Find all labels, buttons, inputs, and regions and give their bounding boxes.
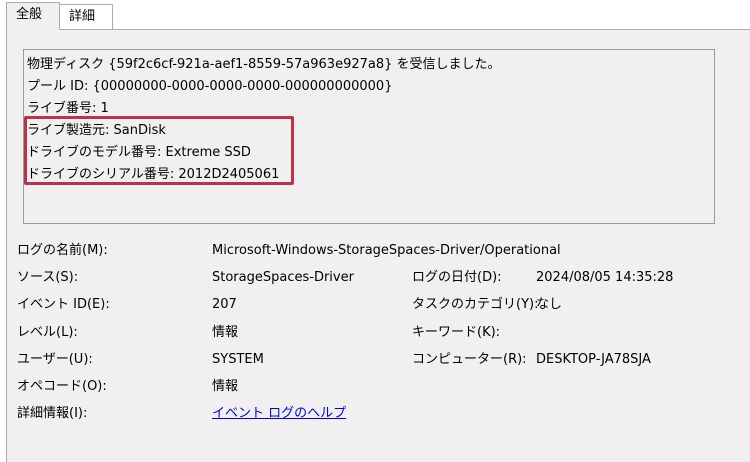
- keywords-label: キーワード(K):: [412, 325, 501, 340]
- description-line: プール ID: {00000000-0000-0000-0000-0000000…: [27, 79, 393, 94]
- tab-general[interactable]: 全般: [6, 2, 60, 30]
- event-id-value: 207: [212, 297, 237, 312]
- general-panel: 物理ディスク {59f2c6cf-921a-aef1-8559-57a963e9…: [6, 29, 750, 462]
- task-category-label: タスクのカテゴリ(Y):: [412, 297, 539, 312]
- user-value: SYSTEM: [212, 352, 264, 367]
- log-name-label: ログの名前(M):: [17, 243, 108, 258]
- logged-value: 2024/08/05 14:35:28: [536, 270, 674, 285]
- task-category-value: なし: [536, 297, 563, 312]
- event-id-label: イベント ID(E):: [17, 297, 110, 312]
- level-label: レベル(L):: [17, 325, 78, 340]
- tab-strip: 全般 詳細: [0, 0, 750, 30]
- computer-value: DESKTOP-JA78SJA: [536, 352, 651, 367]
- event-log-help-link[interactable]: イベント ログのヘルプ: [212, 403, 346, 425]
- more-info-label: 詳細情報(I):: [17, 406, 88, 421]
- highlight-box: [24, 116, 294, 185]
- tab-details[interactable]: 詳細: [59, 4, 113, 29]
- opcode-value: 情報: [212, 379, 239, 394]
- user-label: ユーザー(U):: [17, 352, 93, 367]
- computer-label: コンピューター(R):: [412, 352, 527, 367]
- log-name-value: Microsoft-Windows-StorageSpaces-Driver/O…: [212, 243, 561, 258]
- opcode-label: オペコード(O):: [17, 379, 107, 394]
- source-label: ソース(S):: [17, 270, 79, 285]
- description-line: 物理ディスク {59f2c6cf-921a-aef1-8559-57a963e9…: [27, 57, 501, 72]
- source-value: StorageSpaces-Driver: [212, 270, 354, 285]
- logged-label: ログの日付(D):: [412, 270, 502, 285]
- level-value: 情報: [212, 325, 239, 340]
